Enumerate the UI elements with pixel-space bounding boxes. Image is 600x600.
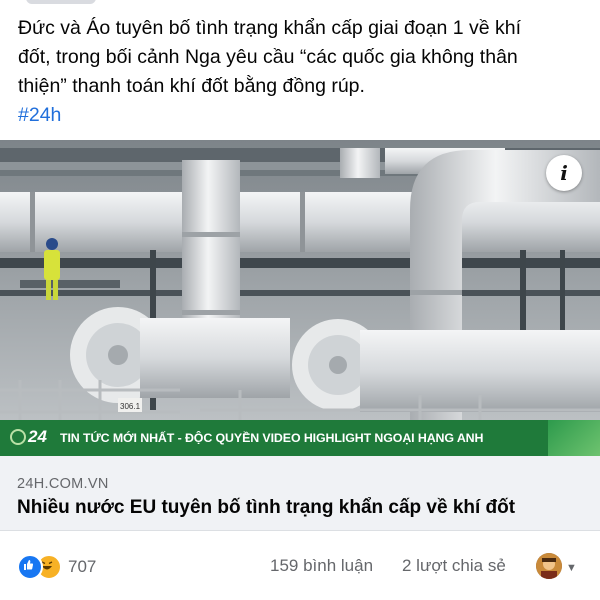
pipe-label-text: 306.1 — [120, 402, 141, 411]
hashtag-link[interactable]: #24h — [18, 101, 584, 130]
previous-post-edge — [0, 0, 600, 10]
info-icon[interactable]: i — [546, 155, 582, 191]
reaction-summary[interactable]: 707 — [17, 554, 96, 580]
post-text-line: đốt, trong bối cảnh Nga yêu cầu “các quố… — [18, 46, 518, 68]
info-glyph: i — [560, 161, 568, 185]
shares-count-link[interactable]: 2 lượt chia sẻ — [402, 556, 506, 576]
link-preview-image[interactable]: 306.1 — [0, 140, 600, 456]
caret-down-icon[interactable]: ▼ — [566, 562, 577, 574]
post-text-line: thiện” thanh toán khí đốt bằng đồng rúp. — [18, 75, 365, 97]
banner-decoration — [548, 420, 600, 456]
ticker-text: TIN TỨC MỚI NHẤT - ĐỘC QUYỀN VIDEO HIGHL… — [60, 431, 484, 445]
logo-text: 24 — [28, 427, 47, 446]
previous-post-name-placeholder — [26, 0, 96, 4]
like-icon — [17, 554, 43, 580]
link-title[interactable]: Nhiều nước EU tuyên bố tình trạng khẩn c… — [17, 497, 515, 519]
comments-count-link[interactable]: 159 bình luận — [270, 556, 373, 576]
divider — [0, 530, 600, 531]
clock-icon — [10, 429, 26, 445]
link-domain: 24H.COM.VN — [17, 476, 109, 492]
24h-logo: 24 — [0, 420, 52, 456]
post-text-line: Đức và Áo tuyên bố tình trạng khẩn cấp g… — [18, 17, 522, 39]
viewer-avatar[interactable] — [536, 553, 562, 579]
news-ticker-banner: 24 TIN TỨC MỚI NHẤT - ĐỘC QUYỀN VIDEO HI… — [0, 420, 600, 456]
reaction-count: 707 — [68, 557, 97, 576]
gas-pipeline-photo: 306.1 — [0, 140, 600, 456]
post-message: Đức và Áo tuyên bố tình trạng khẩn cấp g… — [18, 14, 584, 130]
